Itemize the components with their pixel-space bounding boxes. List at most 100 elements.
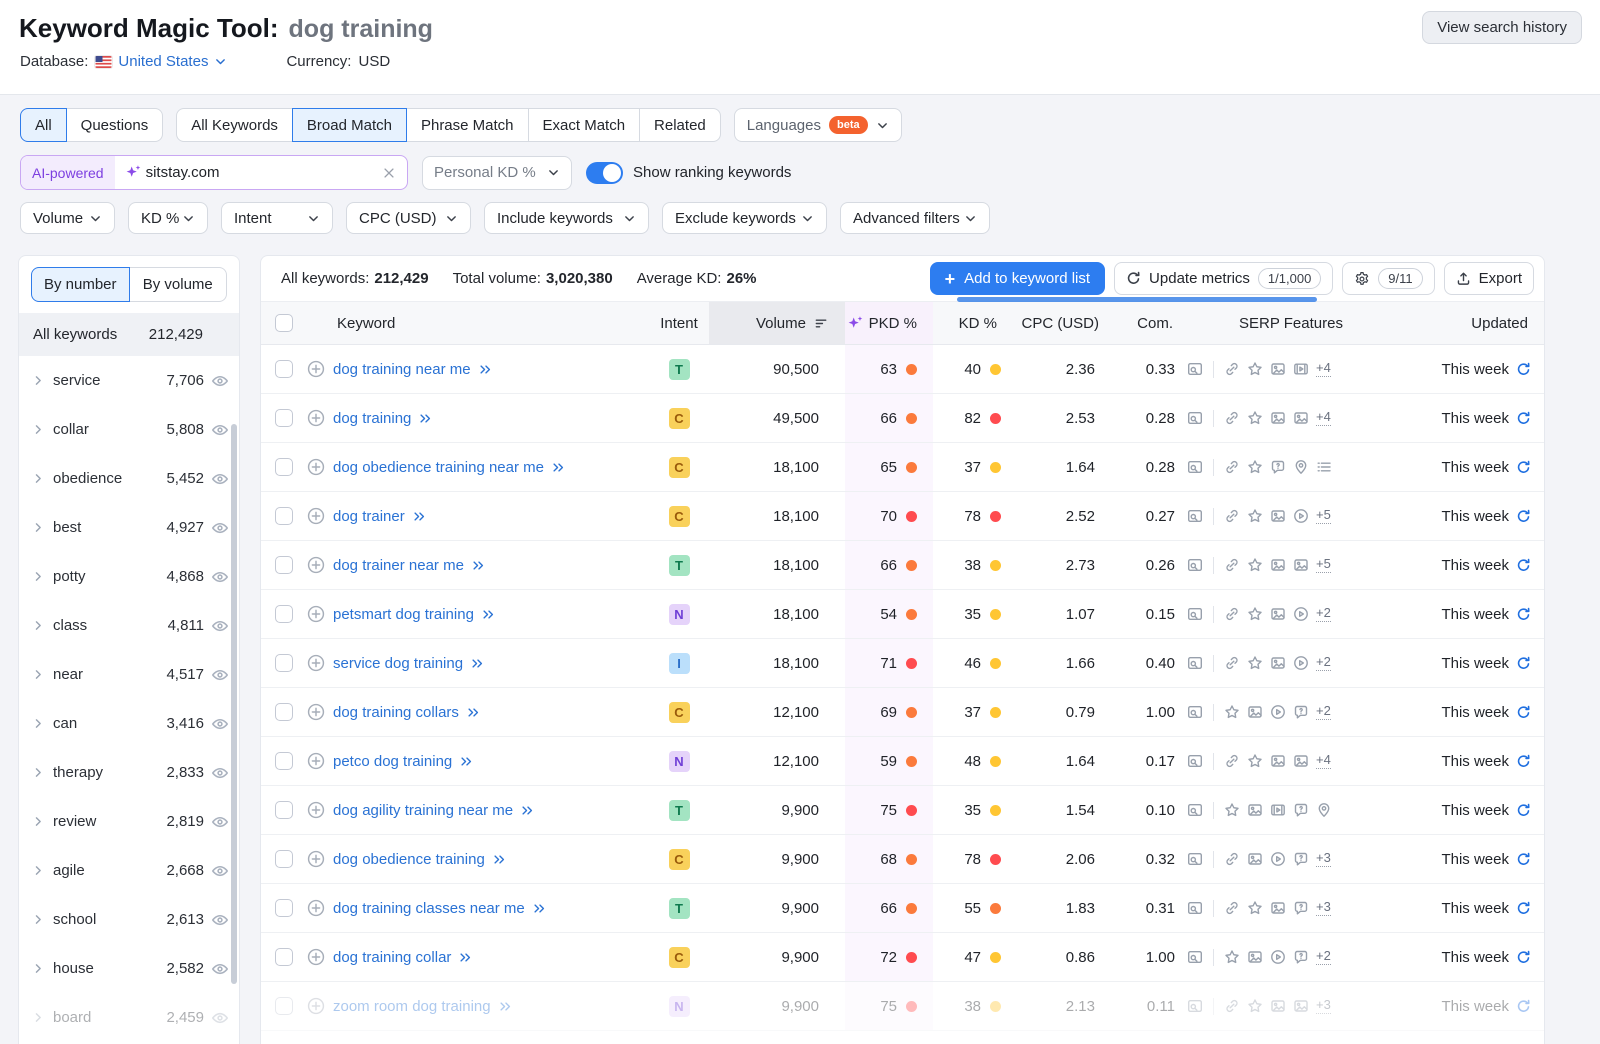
eye-icon[interactable] [211,1009,229,1027]
keyword-link[interactable]: dog training [333,410,411,427]
refresh-row-icon[interactable] [1516,852,1531,867]
eye-icon[interactable] [211,617,229,635]
serp-link-icon[interactable] [1224,753,1240,769]
serp-star-icon[interactable] [1247,361,1263,377]
sidebar-tab-by-number[interactable]: By number [31,267,130,302]
chevron-right-icon[interactable] [32,472,45,485]
add-keyword-icon[interactable] [307,948,325,966]
filter-include-keywords[interactable]: Include keywords [484,202,649,234]
filter-kd-[interactable]: KD % [128,202,208,234]
serp-comment-icon[interactable] [1293,949,1309,965]
serp-preview-icon[interactable] [1187,900,1203,916]
expand-keyword-icon[interactable] [499,1000,512,1013]
sidebar-group-item[interactable]: school 2,613 [19,895,239,944]
serp-comment-icon[interactable] [1293,900,1309,916]
refresh-row-icon[interactable] [1516,558,1531,573]
serp-star-icon[interactable] [1224,949,1240,965]
serp-preview-icon[interactable] [1187,851,1203,867]
refresh-row-icon[interactable] [1516,950,1531,965]
serp-extra-count[interactable]: +3 [1316,900,1331,916]
serp-extra-count[interactable]: +4 [1316,410,1331,426]
serp-extra-count[interactable]: +2 [1316,704,1331,720]
row-checkbox[interactable] [275,409,293,427]
serp-image-icon[interactable] [1247,802,1263,818]
serp-star-icon[interactable] [1247,900,1263,916]
refresh-row-icon[interactable] [1516,901,1531,916]
database-selector[interactable]: United States [95,53,227,70]
col-com[interactable]: Com. [1123,302,1179,344]
chevron-right-icon[interactable] [32,374,45,387]
serp-preview-icon[interactable] [1187,949,1203,965]
expand-keyword-icon[interactable] [521,804,534,817]
sidebar-scrollbar[interactable] [231,424,237,984]
chevron-right-icon[interactable] [32,1011,45,1024]
refresh-row-icon[interactable] [1516,656,1531,671]
eye-icon[interactable] [211,715,229,733]
serp-play-icon[interactable] [1293,508,1309,524]
search-box[interactable]: AI-powered [20,155,408,190]
refresh-row-icon[interactable] [1516,754,1531,769]
serp-image-icon[interactable] [1293,557,1309,573]
eye-icon[interactable] [211,960,229,978]
sidebar-group-item[interactable]: collar 5,808 [19,405,239,454]
filter-volume[interactable]: Volume [20,202,115,234]
sidebar-group-item[interactable]: best 4,927 [19,503,239,552]
serp-image-icon[interactable] [1270,410,1286,426]
serp-extra-count[interactable]: +2 [1316,655,1331,671]
keyword-link[interactable]: dog training near me [333,361,471,378]
expand-keyword-icon[interactable] [467,706,480,719]
refresh-row-icon[interactable] [1516,362,1531,377]
eye-icon[interactable] [211,862,229,880]
row-checkbox[interactable] [275,507,293,525]
serp-video-icon[interactable] [1270,802,1286,818]
eye-icon[interactable] [211,666,229,684]
col-intent[interactable]: Intent [649,302,709,344]
row-checkbox[interactable] [275,801,293,819]
col-pkd[interactable]: PKD % [845,302,933,344]
serp-star-icon[interactable] [1247,410,1263,426]
add-keyword-icon[interactable] [307,801,325,819]
keyword-link[interactable]: dog obedience training [333,851,485,868]
serp-star-icon[interactable] [1247,655,1263,671]
serp-video-icon[interactable] [1293,361,1309,377]
sidebar-group-item[interactable]: therapy 2,833 [19,748,239,797]
row-checkbox[interactable] [275,948,293,966]
chevron-right-icon[interactable] [32,962,45,975]
sidebar-tab-by-volume[interactable]: By volume [129,267,228,302]
add-keyword-icon[interactable] [307,507,325,525]
serp-image-icon[interactable] [1293,998,1309,1014]
serp-image-icon[interactable] [1270,655,1286,671]
serp-extra-count[interactable]: +4 [1316,361,1331,377]
col-updated[interactable]: Updated [1403,302,1544,344]
serp-image-icon[interactable] [1247,949,1263,965]
row-checkbox[interactable] [275,605,293,623]
serp-comment-icon[interactable] [1293,704,1309,720]
serp-preview-icon[interactable] [1187,410,1203,426]
update-metrics-button[interactable]: Update metrics 1/1,000 [1114,262,1333,295]
serp-star-icon[interactable] [1247,557,1263,573]
chevron-right-icon[interactable] [32,619,45,632]
chevron-right-icon[interactable] [32,570,45,583]
select-all-checkbox[interactable] [275,314,293,332]
serp-comment-icon[interactable] [1293,851,1309,867]
col-kd[interactable]: KD % [933,302,1021,344]
serp-image-icon[interactable] [1270,900,1286,916]
tab-all-keywords[interactable]: All Keywords [176,108,293,142]
serp-link-icon[interactable] [1224,410,1240,426]
col-cpc[interactable]: CPC (USD) [1021,302,1123,344]
serp-star-icon[interactable] [1224,802,1240,818]
serp-play-icon[interactable] [1293,655,1309,671]
add-keyword-icon[interactable] [307,458,325,476]
add-keyword-icon[interactable] [307,360,325,378]
chevron-right-icon[interactable] [32,864,45,877]
eye-icon[interactable] [211,421,229,439]
add-keyword-icon[interactable] [307,899,325,917]
chevron-right-icon[interactable] [32,668,45,681]
serp-extra-count[interactable]: +3 [1316,998,1331,1014]
serp-preview-icon[interactable] [1187,459,1203,475]
serp-image-icon[interactable] [1247,704,1263,720]
serp-star-icon[interactable] [1247,508,1263,524]
serp-star-icon[interactable] [1224,704,1240,720]
row-checkbox[interactable] [275,850,293,868]
sidebar-group-item[interactable]: house 2,582 [19,944,239,993]
